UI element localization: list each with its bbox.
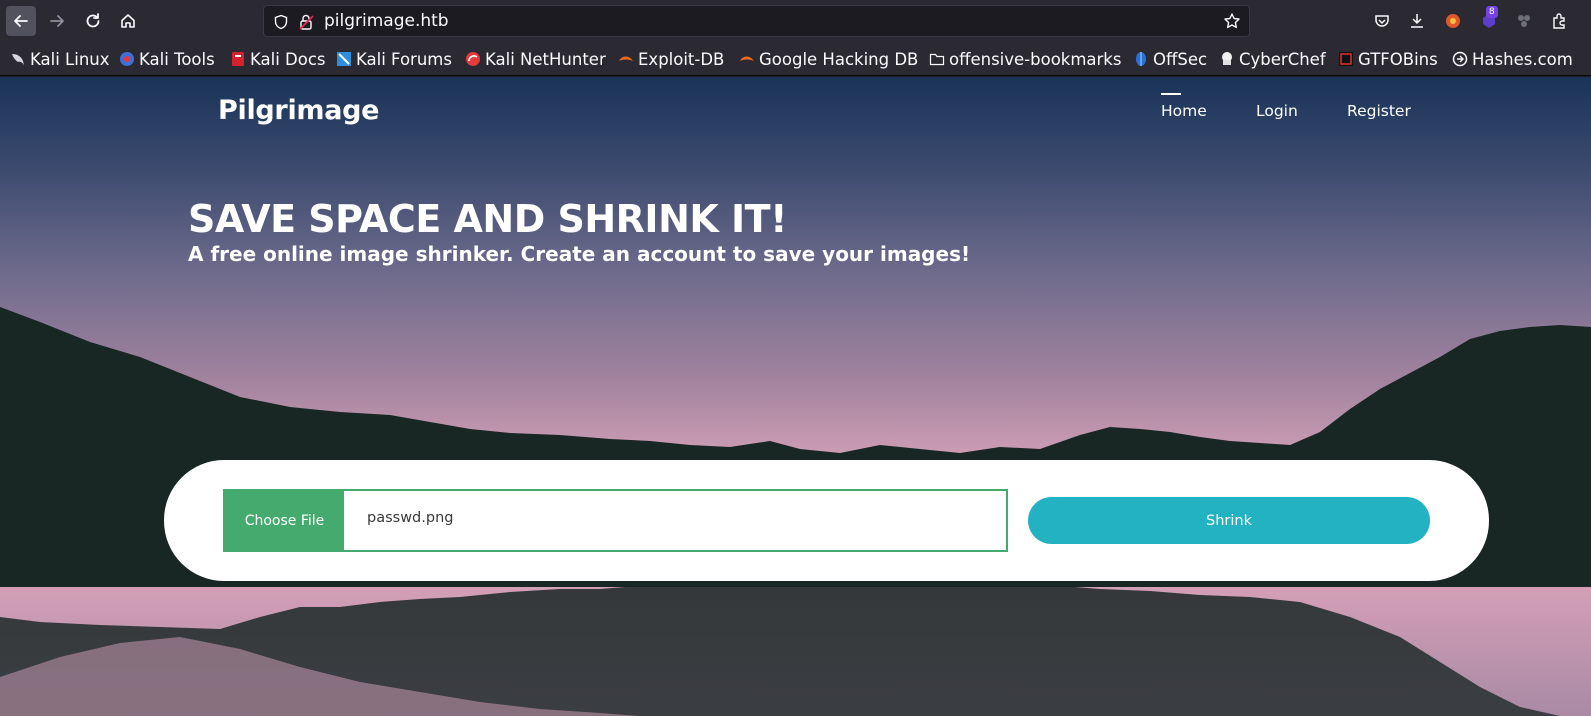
kali-forums-icon <box>337 52 351 66</box>
kali-dragon-icon <box>12 54 24 65</box>
wappalyzer-icon[interactable] <box>1513 10 1535 32</box>
bookmark-label: Hashes.com <box>1472 49 1573 69</box>
hero-subtitle: A free online image shrinker. Create an … <box>188 242 971 266</box>
bookmark-gtfobins[interactable]: GTFOBins <box>1338 48 1438 70</box>
nav-login[interactable]: Login <box>1256 102 1298 120</box>
bookmark-offensive-bookmarks[interactable]: offensive-bookmarks <box>929 48 1121 70</box>
home-icon <box>121 14 135 28</box>
bookmark-exploit-db[interactable]: Exploit-DB <box>618 48 724 70</box>
bookmark-label: Kali NetHunter <box>485 49 606 69</box>
nethunter-icon <box>466 52 480 66</box>
bookmark-star-icon[interactable] <box>1223 12 1241 30</box>
landscape-background <box>0 307 1591 716</box>
cyberchef-icon <box>1222 52 1232 65</box>
bookmark-label: Kali Tools <box>139 49 215 69</box>
pocket-icon[interactable] <box>1371 10 1393 32</box>
url-text[interactable]: pilgrimage.htb <box>324 11 449 31</box>
reload-icon <box>86 13 100 28</box>
extension-badge: 8 <box>1486 6 1498 18</box>
bookmark-label: Exploit-DB <box>638 49 725 69</box>
bookmark-label: Kali Docs <box>250 49 326 69</box>
offsec-icon <box>1136 52 1146 66</box>
bookmark-label: OffSec <box>1153 49 1208 69</box>
bookmark-kali-forums[interactable]: Kali Forums <box>336 48 452 70</box>
bookmark-hashes[interactable]: Hashes.com <box>1452 48 1573 70</box>
bookmark-kali-docs[interactable]: Kali Docs <box>230 48 326 70</box>
foxyproxy-icon[interactable] <box>1442 10 1464 32</box>
exploit-db-icon <box>619 56 633 61</box>
bookmark-label: Kali Forums <box>356 49 452 69</box>
folder-icon <box>929 53 945 66</box>
bookmark-label: GTFOBins <box>1358 49 1438 69</box>
kali-docs-icon <box>232 52 244 66</box>
browser-toolbar: pilgrimage.htb 8 <box>0 0 1591 42</box>
arrow-left-icon <box>14 15 28 27</box>
extensions-puzzle-icon[interactable] <box>1548 10 1570 32</box>
arrow-right-icon <box>50 15 64 27</box>
shield-icon[interactable] <box>273 14 289 30</box>
bookmark-google-hacking-db[interactable]: Google Hacking DB <box>739 48 918 70</box>
url-bar[interactable]: pilgrimage.htb <box>263 5 1250 37</box>
file-input[interactable]: Choose File passwd.png <box>223 489 1008 552</box>
upload-form: Choose File passwd.png Shrink <box>164 460 1489 581</box>
bookmark-offsec[interactable]: OffSec <box>1133 48 1207 70</box>
bookmarks-bar: Kali Linux Kali Tools Kali Docs Kali For… <box>0 42 1591 76</box>
kali-tools-icon <box>120 52 134 66</box>
bookmark-label: Google Hacking DB <box>759 49 919 69</box>
bookmark-label: offensive-bookmarks <box>949 49 1122 69</box>
nav-register[interactable]: Register <box>1347 102 1411 120</box>
insecure-lock-icon[interactable] <box>298 13 316 31</box>
bookmark-kali-nethunter[interactable]: Kali NetHunter <box>465 48 606 70</box>
nav-active-indicator <box>1161 93 1181 95</box>
bookmark-label: Kali Linux <box>30 49 110 69</box>
nav-home[interactable]: Home <box>1161 102 1207 120</box>
bookmark-kali-linux[interactable]: Kali Linux <box>10 48 110 70</box>
hashes-icon <box>1452 51 1468 67</box>
page-viewport: Pilgrimage Home Login Register SAVE SPAC… <box>0 77 1591 716</box>
forward-button[interactable] <box>42 6 72 36</box>
selected-file-name: passwd.png <box>367 510 454 526</box>
gtfobins-icon <box>1339 52 1353 66</box>
hero-title: SAVE SPACE AND SHRINK IT! <box>188 197 787 241</box>
bookmark-kali-tools[interactable]: Kali Tools <box>119 48 215 70</box>
download-icon[interactable] <box>1406 10 1428 32</box>
shrink-button[interactable]: Shrink <box>1028 497 1430 544</box>
home-button[interactable] <box>113 6 143 36</box>
bookmark-cyberchef[interactable]: CyberChef <box>1219 48 1326 70</box>
ghdb-icon <box>740 56 754 61</box>
choose-file-button[interactable]: Choose File <box>225 491 344 550</box>
back-button[interactable] <box>6 6 36 36</box>
reload-button[interactable] <box>78 6 108 36</box>
bookmark-label: CyberChef <box>1239 49 1326 69</box>
site-brand[interactable]: Pilgrimage <box>218 95 380 126</box>
